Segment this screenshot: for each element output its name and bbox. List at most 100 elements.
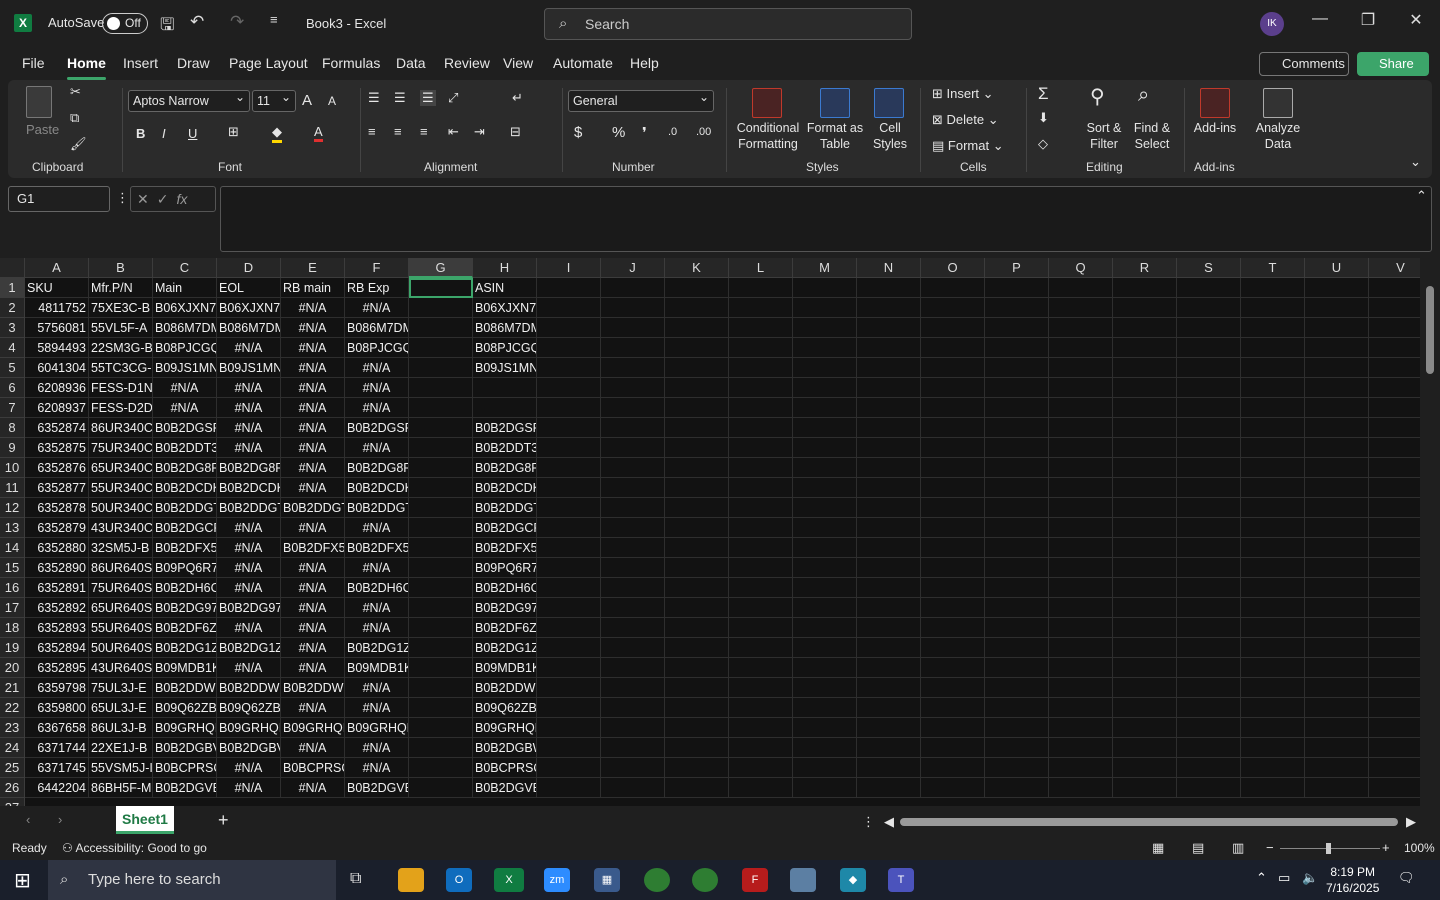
tab-view[interactable]: View [503,55,533,71]
row-header[interactable]: 9 [0,438,25,458]
table-cell[interactable] [1241,498,1305,518]
table-cell[interactable]: #N/A [281,358,345,378]
row-header[interactable]: 5 [0,358,25,378]
table-cell[interactable]: B0B2DG8P [153,458,217,478]
teams-icon[interactable]: T [888,868,914,892]
table-cell[interactable] [537,698,601,718]
table-cell[interactable] [1241,398,1305,418]
table-cell[interactable] [1049,518,1113,538]
table-cell[interactable]: B0BCPRSQ6M [473,758,537,778]
table-cell[interactable] [537,518,601,538]
table-cell[interactable] [1177,378,1241,398]
table-cell[interactable] [793,318,857,338]
table-cell[interactable] [1305,698,1369,718]
table-cell[interactable] [857,358,921,378]
table-cell[interactable] [601,718,665,738]
table-cell[interactable] [985,498,1049,518]
row-header[interactable]: 15 [0,558,25,578]
table-cell[interactable] [1113,318,1177,338]
row-header[interactable]: 6 [0,378,25,398]
table-cell[interactable] [601,738,665,758]
table-cell[interactable] [1113,478,1177,498]
table-cell[interactable]: 55VL5F-A [89,318,153,338]
table-cell[interactable] [601,618,665,638]
tab-split-icon[interactable]: ⋮ [862,814,875,830]
table-cell[interactable] [1305,518,1369,538]
table-cell[interactable] [921,778,985,798]
table-cell[interactable] [857,378,921,398]
table-cell[interactable] [729,378,793,398]
table-cell[interactable] [409,778,473,798]
table-cell[interactable]: 86UR340C [89,418,153,438]
table-cell[interactable] [921,738,985,758]
chrome-profile-icon[interactable] [692,868,718,892]
table-cell[interactable] [793,358,857,378]
table-cell[interactable]: #N/A [345,398,409,418]
tab-formulas[interactable]: Formulas [322,55,380,71]
table-cell[interactable]: #N/A [217,398,281,418]
select-all-corner[interactable] [0,258,25,278]
table-cell[interactable] [1305,338,1369,358]
table-cell[interactable] [537,638,601,658]
zoom-level[interactable]: 100% [1404,841,1435,855]
table-cell[interactable]: 5756081 [25,318,89,338]
header-cell[interactable]: EOL [217,278,281,298]
table-cell[interactable] [665,538,729,558]
table-cell[interactable] [921,498,985,518]
table-cell[interactable]: 6352892 [25,598,89,618]
enter-icon[interactable]: ✓ [157,191,177,207]
header-cell[interactable] [1305,278,1369,298]
table-cell[interactable] [1177,598,1241,618]
table-cell[interactable] [601,518,665,538]
table-cell[interactable]: B0B2DH6C5R [345,578,409,598]
table-cell[interactable] [537,358,601,378]
row-header[interactable]: 10 [0,458,25,478]
header-cell[interactable]: SKU [25,278,89,298]
table-cell[interactable]: 6371744 [25,738,89,758]
table-cell[interactable] [1177,398,1241,418]
table-cell[interactable] [409,658,473,678]
table-cell[interactable] [601,478,665,498]
table-cell[interactable] [1049,578,1113,598]
table-cell[interactable] [665,398,729,418]
table-cell[interactable] [537,378,601,398]
table-cell[interactable]: 6352876 [25,458,89,478]
clear-icon[interactable]: ◇ [1038,136,1048,152]
table-cell[interactable] [537,398,601,418]
table-cell[interactable]: B086M7DM [153,318,217,338]
table-cell[interactable] [793,438,857,458]
table-cell[interactable] [665,498,729,518]
table-cell[interactable] [1113,718,1177,738]
table-cell[interactable] [409,698,473,718]
table-cell[interactable] [665,678,729,698]
table-cell[interactable]: 6442204 [25,778,89,798]
table-cell[interactable]: 86UL3J-B [89,718,153,738]
table-cell[interactable] [1113,678,1177,698]
table-cell[interactable]: B0B2DGCR9Z [473,518,537,538]
table-cell[interactable]: B0BCPRSC [153,758,217,778]
analyze-data-icon[interactable] [1263,88,1293,118]
table-cell[interactable] [729,718,793,738]
table-cell[interactable] [665,698,729,718]
tab-automate[interactable]: Automate [553,55,613,71]
table-cell[interactable] [1177,558,1241,578]
table-cell[interactable]: B0B2DG8PYQ [345,458,409,478]
table-cell[interactable] [665,598,729,618]
table-cell[interactable]: 50UR340C [89,498,153,518]
table-cell[interactable] [601,338,665,358]
table-cell[interactable]: 6352877 [25,478,89,498]
table-cell[interactable]: B06XJXN72T [473,298,537,318]
table-cell[interactable]: B0B2DF6Z [153,618,217,638]
table-cell[interactable] [985,598,1049,618]
table-cell[interactable] [793,538,857,558]
table-cell[interactable]: B09GRHQMJ1 [345,718,409,738]
table-cell[interactable] [857,498,921,518]
table-cell[interactable]: B08PJCGQL6 [473,338,537,358]
decrease-font-icon[interactable]: A [328,94,336,108]
table-cell[interactable]: B0B2DCDK [153,478,217,498]
header-cell[interactable]: ASIN [473,278,537,298]
table-cell[interactable] [1177,358,1241,378]
table-cell[interactable]: #N/A [345,698,409,718]
table-cell[interactable] [793,638,857,658]
user-avatar[interactable]: IK [1260,12,1284,36]
